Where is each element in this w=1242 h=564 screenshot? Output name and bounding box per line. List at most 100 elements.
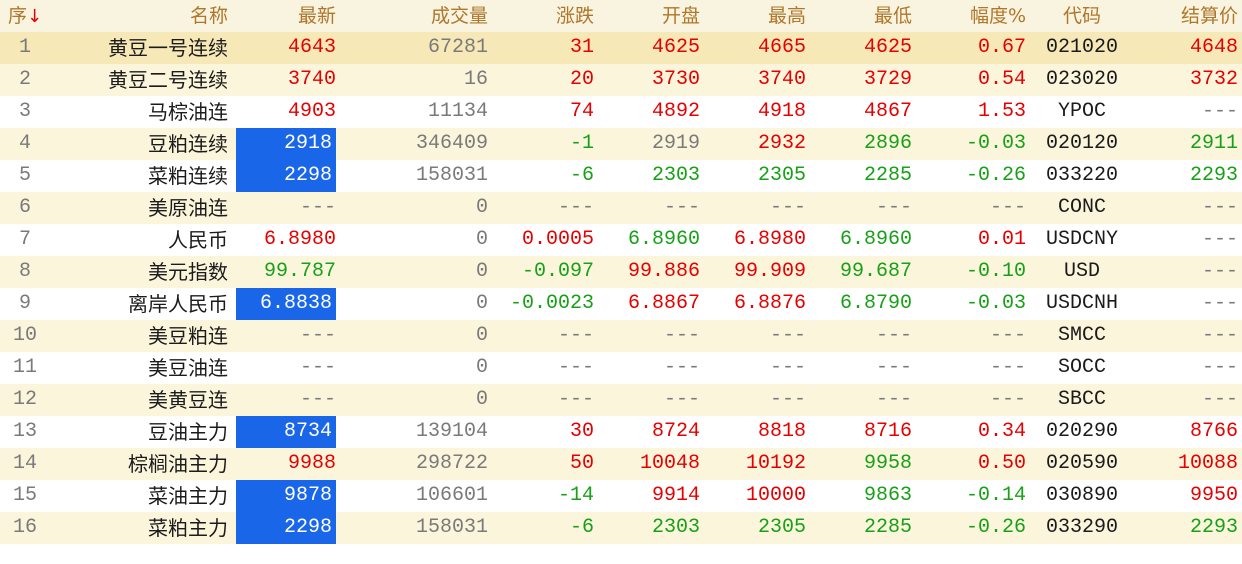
table-row[interactable]: 11 美豆油连 --- 0 --- --- --- --- --- SOCC ---: [0, 352, 1242, 384]
volume-cell: 67281: [427, 36, 488, 59]
settle-cell: ---: [1201, 100, 1238, 123]
change-cell: -0.0023: [509, 292, 594, 315]
table-row[interactable]: 14 棕榈油主力 9988 298722 50 10048 10192 9958 0.50 020…: [0, 448, 1242, 480]
table-row[interactable]: 16 菜粕主力 2298 158031 -6 2303 2305 2285 -0.26 03329…: [0, 512, 1242, 544]
open-cell: ---: [663, 356, 700, 379]
change-cell: 30: [569, 420, 594, 443]
high-cell: ---: [769, 324, 806, 347]
settle-cell: 2911: [1189, 132, 1238, 155]
change-cell: ---: [557, 356, 594, 379]
change-cell: -6: [569, 164, 594, 187]
pct-cell: -0.03: [965, 132, 1026, 155]
header-change[interactable]: 涨跌: [490, 0, 594, 32]
header-code[interactable]: 代码: [1030, 0, 1134, 32]
low-cell: 2896: [863, 132, 912, 155]
table-row[interactable]: 2 黄豆二号连续 3740 16 20 3730 3740 3729 0.54 023020 373…: [0, 64, 1242, 96]
seq-cell: 12: [12, 388, 37, 411]
last-price-cell: 3740: [287, 68, 336, 91]
header-low[interactable]: 最低: [808, 0, 912, 32]
header-open[interactable]: 开盘: [596, 0, 700, 32]
header-high[interactable]: 最高: [702, 0, 806, 32]
last-price-cell: 9878: [232, 480, 336, 512]
table-row[interactable]: 13 豆油主力 8734 139104 30 8724 8818 8716 0.34 020290…: [0, 416, 1242, 448]
name-cell: 黄豆一号连续: [108, 36, 228, 60]
last-price-cell: ---: [299, 324, 336, 347]
volume-cell: 106601: [415, 484, 488, 507]
pct-cell: 0.34: [977, 420, 1026, 443]
name-cell: 美元指数: [148, 260, 228, 284]
low-cell: ---: [875, 388, 912, 411]
header-seq[interactable]: 序↓: [0, 0, 50, 32]
last-price-cell: ---: [299, 388, 336, 411]
table-row[interactable]: 15 菜油主力 9878 106601 -14 9914 10000 9863 -0.14 030…: [0, 480, 1242, 512]
table-row[interactable]: 4 豆粕连续 2918 346409 -1 2919 2932 2896 -0.03 020120…: [0, 128, 1242, 160]
pct-cell: ---: [989, 356, 1026, 379]
high-cell: 4918: [757, 100, 806, 123]
open-cell: 4892: [651, 100, 700, 123]
header-volume[interactable]: 成交量: [338, 0, 488, 32]
sort-down-icon[interactable]: ↓: [27, 6, 42, 27]
seq-cell: 15: [12, 484, 37, 507]
table-row[interactable]: 6 美原油连 --- 0 --- --- --- --- --- CONC ---: [0, 192, 1242, 224]
last-price-cell: 9988: [287, 452, 336, 475]
open-cell: ---: [663, 324, 700, 347]
change-cell: -0.097: [521, 260, 594, 283]
change-cell: ---: [557, 196, 594, 219]
code-cell: 020120: [1045, 132, 1118, 155]
header-settle[interactable]: 结算价: [1138, 0, 1238, 32]
table-row[interactable]: 7 人民币 6.8980 0 0.0005 6.8960 6.8980 6.8960 0.01 U…: [0, 224, 1242, 256]
pct-cell: -0.03: [965, 292, 1026, 315]
high-cell: ---: [769, 196, 806, 219]
table-row[interactable]: 9 离岸人民币 6.8838 0 -0.0023 6.8867 6.8876 6.8790 -0…: [0, 288, 1242, 320]
header-name[interactable]: 名称: [62, 0, 228, 32]
settle-cell: 2293: [1189, 164, 1238, 187]
last-price-highlight: 2918: [236, 128, 336, 160]
last-price-highlight: 2298: [236, 512, 336, 544]
high-cell: ---: [769, 388, 806, 411]
header-last[interactable]: 最新: [232, 0, 336, 32]
last-price-cell: 2298: [232, 160, 336, 192]
high-cell: 2305: [757, 164, 806, 187]
volume-cell: 298722: [415, 452, 488, 475]
seq-cell: 3: [18, 100, 31, 123]
last-price-highlight: 9878: [236, 480, 336, 512]
code-cell: 023020: [1045, 68, 1118, 91]
settle-cell: ---: [1201, 196, 1238, 219]
volume-cell: 0: [475, 292, 488, 315]
seq-cell: 8: [18, 260, 31, 283]
high-cell: 2305: [757, 516, 806, 539]
name-cell: 美豆粕连: [148, 324, 228, 348]
volume-cell: 158031: [415, 164, 488, 187]
open-cell: 2303: [651, 164, 700, 187]
table-row[interactable]: 12 美黄豆连 --- 0 --- --- --- --- --- SBCC ---: [0, 384, 1242, 416]
change-cell: ---: [557, 388, 594, 411]
last-price-highlight: 8734: [236, 416, 336, 448]
table-row[interactable]: 10 美豆粕连 --- 0 --- --- --- --- --- SMCC ---: [0, 320, 1242, 352]
name-cell: 美豆油连: [148, 356, 228, 380]
code-cell: SOCC: [1057, 356, 1106, 379]
open-cell: 3730: [651, 68, 700, 91]
settle-cell: 2293: [1189, 516, 1238, 539]
table-row[interactable]: 3 马棕油连 4903 11134 74 4892 4918 4867 1.53 YPOC ---: [0, 96, 1242, 128]
pct-cell: 1.53: [977, 100, 1026, 123]
last-price-cell: 2298: [232, 512, 336, 544]
name-cell: 菜粕主力: [148, 516, 228, 540]
low-cell: ---: [875, 356, 912, 379]
low-cell: 2285: [863, 516, 912, 539]
seq-cell: 9: [18, 292, 31, 315]
last-price-highlight: 2298: [236, 160, 336, 192]
low-cell: 9958: [863, 452, 912, 475]
high-cell: 4665: [757, 36, 806, 59]
header-pct[interactable]: 幅度%: [914, 0, 1026, 32]
change-cell: ---: [557, 324, 594, 347]
table-row[interactable]: 8 美元指数 99.787 0 -0.097 99.886 99.909 99.687 -0.1…: [0, 256, 1242, 288]
table-row[interactable]: 5 菜粕连续 2298 158031 -6 2303 2305 2285 -0.26 033220…: [0, 160, 1242, 192]
high-cell: 8818: [757, 420, 806, 443]
settle-cell: ---: [1201, 260, 1238, 283]
low-cell: ---: [875, 196, 912, 219]
name-cell: 菜油主力: [148, 484, 228, 508]
settle-cell: 10088: [1177, 452, 1238, 475]
low-cell: 99.687: [839, 260, 912, 283]
last-price-cell: 4903: [287, 100, 336, 123]
table-row[interactable]: 1 黄豆一号连续 4643 67281 31 4625 4665 4625 0.67 021020…: [0, 32, 1242, 64]
